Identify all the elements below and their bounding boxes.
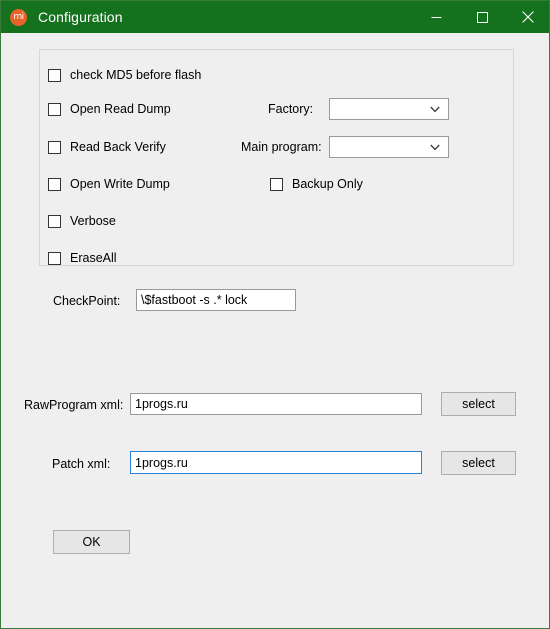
checkbox-box[interactable] (48, 102, 61, 116)
rawprogram-xml-label: RawProgram xml: (24, 398, 124, 412)
minimize-icon (431, 16, 441, 18)
checkbox-box[interactable] (48, 177, 61, 191)
checkbox-box[interactable] (270, 177, 283, 191)
factory-label: Factory: (268, 102, 314, 116)
checkbox-box[interactable] (48, 140, 61, 154)
checkbox-label: Verbose (70, 214, 116, 228)
configuration-window: mi Configuration check MD5 before flash … (0, 0, 550, 629)
ok-button[interactable]: OK (53, 530, 130, 554)
title-bar: mi Configuration (1, 1, 549, 33)
checkbox-open-read-dump[interactable]: Open Read Dump (48, 102, 171, 116)
checkbox-label: Read Back Verify (70, 140, 166, 154)
checkbox-label: EraseAll (70, 251, 117, 265)
checkbox-check-md5-before-flash[interactable]: check MD5 before flash (48, 68, 201, 82)
mi-logo-icon: mi (10, 8, 27, 26)
checkbox-verbose[interactable]: Verbose (48, 214, 116, 228)
window-title: Configuration (38, 9, 123, 25)
checkbox-box[interactable] (48, 251, 61, 265)
patch-xml-input[interactable] (130, 451, 422, 474)
checkpoint-input[interactable] (136, 289, 296, 311)
checkbox-box[interactable] (48, 68, 61, 82)
chevron-down-icon (430, 106, 440, 113)
checkbox-label: Open Write Dump (70, 177, 170, 191)
chevron-down-icon (430, 144, 440, 151)
checkbox-open-write-dump[interactable]: Open Write Dump (48, 177, 170, 191)
rawprogram-select-button[interactable]: select (441, 392, 516, 416)
window-controls (413, 1, 549, 33)
maximize-icon (476, 11, 488, 23)
checkpoint-label: CheckPoint: (53, 294, 121, 308)
minimize-button[interactable] (413, 1, 459, 33)
checkbox-label: check MD5 before flash (70, 68, 202, 82)
patch-xml-label: Patch xml: (52, 457, 111, 471)
checkbox-backup-only[interactable]: Backup Only (270, 177, 363, 191)
checkbox-label: Open Read Dump (70, 102, 171, 116)
rawprogram-xml-input[interactable] (130, 393, 422, 415)
close-icon (522, 11, 534, 23)
checkbox-erase-all[interactable]: EraseAll (48, 251, 117, 265)
patch-select-button[interactable]: select (441, 451, 516, 475)
close-button[interactable] (505, 1, 549, 33)
checkbox-box[interactable] (48, 214, 61, 228)
maximize-button[interactable] (459, 1, 505, 33)
checkbox-label: Backup Only (292, 177, 363, 191)
checkbox-read-back-verify[interactable]: Read Back Verify (48, 140, 166, 154)
main-program-label: Main program: (241, 140, 322, 154)
factory-dropdown[interactable] (329, 98, 449, 120)
main-program-dropdown[interactable] (329, 136, 449, 158)
